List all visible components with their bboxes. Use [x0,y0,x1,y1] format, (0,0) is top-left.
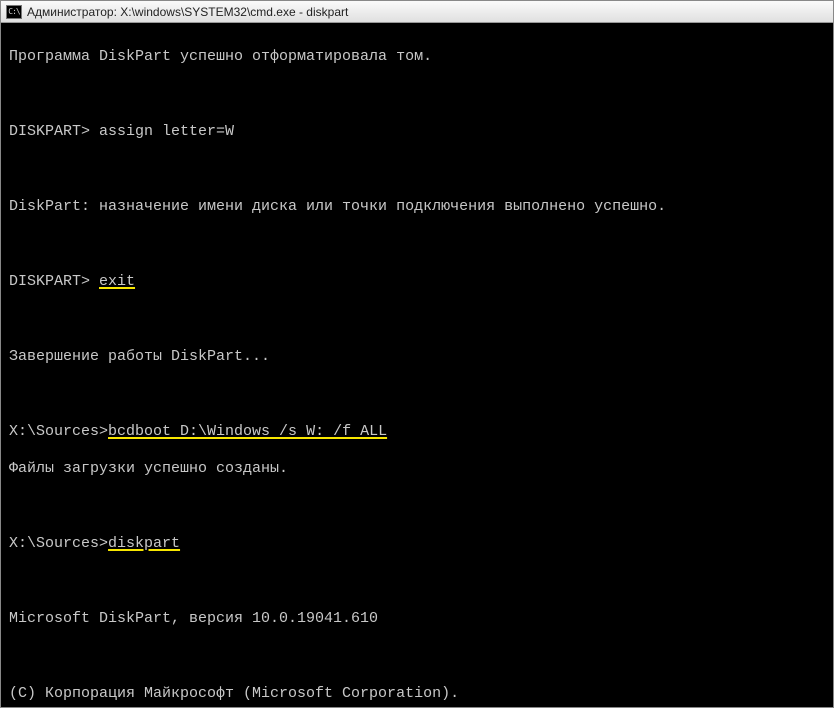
prompt-line: X:\Sources>bcdboot D:\Windows /s W: /f A… [9,423,825,442]
cmd-window: C:\ Администратор: X:\windows\SYSTEM32\c… [0,0,834,708]
output-line: Завершение работы DiskPart... [9,348,825,367]
output-line: Программа DiskPart успешно отформатирова… [9,48,825,67]
output-line: Microsoft DiskPart, версия 10.0.19041.61… [9,610,825,629]
diskpart-prompt: DISKPART> [9,123,99,140]
window-title: Администратор: X:\windows\SYSTEM32\cmd.e… [27,5,348,19]
blank-line [9,648,825,667]
blank-line [9,310,825,329]
output-line: DiskPart: назначение имени диска или точ… [9,198,825,217]
cmd-icon: C:\ [6,5,22,19]
terminal-output[interactable]: Программа DiskPart успешно отформатирова… [1,23,833,707]
blank-line [9,498,825,517]
command-text-highlighted: exit [99,273,135,290]
blank-line [9,160,825,179]
blank-line [9,385,825,404]
command-text-highlighted: diskpart [108,535,180,552]
sources-prompt: X:\Sources> [9,535,108,552]
titlebar[interactable]: C:\ Администратор: X:\windows\SYSTEM32\c… [1,1,833,23]
blank-line [9,235,825,254]
command-text: assign letter=W [99,123,234,140]
output-line: Файлы загрузки успешно созданы. [9,460,825,479]
output-line: (C) Корпорация Майкрософт (Microsoft Cor… [9,685,825,704]
prompt-line: X:\Sources>diskpart [9,535,825,554]
prompt-line: DISKPART> assign letter=W [9,123,825,142]
blank-line [9,85,825,104]
command-text-highlighted: bcdboot D:\Windows /s W: /f ALL [108,423,387,440]
blank-line [9,573,825,592]
sources-prompt: X:\Sources> [9,423,108,440]
prompt-line: DISKPART> exit [9,273,825,292]
diskpart-prompt: DISKPART> [9,273,99,290]
